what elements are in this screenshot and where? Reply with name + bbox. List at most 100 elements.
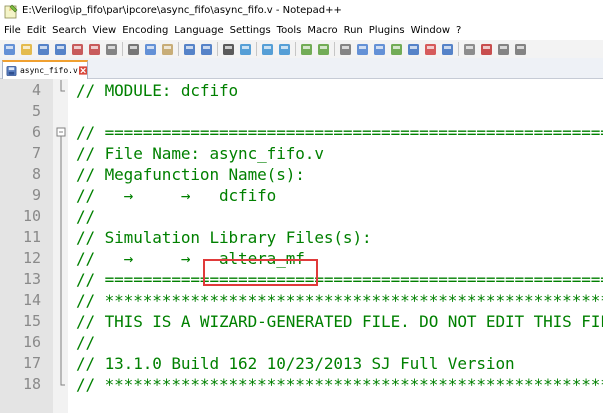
line-number: 15: [22, 312, 41, 330]
line-number: 5: [31, 102, 41, 120]
line-number: 9: [31, 186, 41, 204]
code-text: // Simulation Library Files(s):: [76, 228, 372, 247]
menu-macro[interactable]: Macro: [304, 25, 340, 36]
tab-label: async_fifo.v: [19, 66, 78, 75]
title-bar: E:\Verilog\ip_fifo\par\ipcore\async_fifo…: [0, 0, 603, 21]
record-macro-icon[interactable]: [479, 42, 494, 57]
code-line: 8 // Megafunction Name(s):: [0, 164, 603, 185]
sync-vertical-icon[interactable]: [299, 42, 314, 57]
menu-settings[interactable]: Settings: [227, 25, 274, 36]
window-title: E:\Verilog\ip_fifo\par\ipcore\async_fifo…: [22, 5, 342, 16]
menu-tools[interactable]: Tools: [274, 25, 305, 36]
find-icon[interactable]: [221, 42, 236, 57]
copy-icon[interactable]: [143, 42, 158, 57]
indent-guide-icon[interactable]: [372, 42, 387, 57]
open-file-icon[interactable]: [19, 42, 34, 57]
code-line: 7 // File Name: async_fifo.v: [0, 143, 603, 164]
code-line: 10 //: [0, 206, 603, 227]
line-number: 13: [22, 270, 41, 288]
doc-map-icon[interactable]: [406, 42, 421, 57]
fold-end: [60, 374, 65, 386]
line-number: 10: [22, 207, 41, 225]
code-line: 16 //: [0, 332, 603, 353]
zoom-out-icon[interactable]: [277, 42, 292, 57]
menu-search[interactable]: Search: [49, 25, 89, 36]
menu-help[interactable]: ?: [453, 25, 464, 36]
code-line: 17 // 13.1.0 Build 162 10/23/2013 SJ Full…: [0, 353, 603, 374]
close-icon[interactable]: [70, 42, 85, 57]
line-number: 6: [31, 123, 41, 141]
sync-horizontal-icon[interactable]: [316, 42, 331, 57]
show-all-chars-icon[interactable]: [355, 42, 370, 57]
function-list-icon[interactable]: [423, 42, 438, 57]
code-line: 15 // THIS IS A WIZARD-GENERATED FILE. DO…: [0, 311, 603, 332]
paste-icon[interactable]: [160, 42, 175, 57]
replace-icon[interactable]: [238, 42, 253, 57]
code-text: // → → dcfifo: [76, 186, 277, 205]
fold-line: [60, 143, 62, 164]
code-line: 4 // MODULE: dcfifo: [0, 80, 603, 101]
toolbar: [0, 40, 603, 58]
line-number: 7: [31, 144, 41, 162]
code-editor[interactable]: 4 // MODULE: dcfifo 5 6 // =================…: [0, 79, 603, 413]
toolbar-separator: [178, 42, 179, 56]
code-line: 14 // ***********************************…: [0, 290, 603, 311]
undo-icon[interactable]: [182, 42, 197, 57]
menu-language[interactable]: Language: [171, 25, 226, 36]
line-number: 14: [22, 291, 41, 309]
unsaved-file-icon: [6, 65, 17, 76]
menu-view[interactable]: View: [89, 25, 119, 36]
code-text: // *************************************…: [76, 291, 603, 310]
menu-bar: File Edit Search View Encoding Language …: [0, 21, 603, 40]
code-text: // =====================================…: [76, 123, 603, 142]
fold-line: [60, 311, 62, 332]
save-all-icon[interactable]: [53, 42, 68, 57]
menu-edit[interactable]: Edit: [24, 25, 49, 36]
code-text: // THIS IS A WIZARD-GENERATED FILE. DO N…: [76, 312, 603, 331]
print-icon[interactable]: [104, 42, 119, 57]
fold-line: [60, 248, 62, 269]
fold-line: [60, 353, 62, 374]
code-line: 11 // Simulation Library Files(s):: [0, 227, 603, 248]
code-text: // File Name: async_fifo.v: [76, 144, 324, 163]
code-text: // Megafunction Name(s):: [76, 165, 305, 184]
close-tab-icon[interactable]: [78, 66, 87, 75]
menu-window[interactable]: Window: [408, 25, 453, 36]
toolbar-separator: [334, 42, 335, 56]
line-number: 16: [22, 333, 41, 351]
close-all-icon[interactable]: [87, 42, 102, 57]
save-icon[interactable]: [36, 42, 51, 57]
toolbar-separator: [295, 42, 296, 56]
redo-icon[interactable]: [199, 42, 214, 57]
language-icon[interactable]: [389, 42, 404, 57]
word-wrap-icon[interactable]: [338, 42, 353, 57]
code-line: 5: [0, 101, 603, 122]
fold-line: [60, 185, 62, 206]
monitoring-icon[interactable]: [462, 42, 477, 57]
fold-line: [60, 206, 62, 227]
cut-icon[interactable]: [126, 42, 141, 57]
line-number: 17: [22, 354, 41, 372]
new-file-icon[interactable]: [2, 42, 17, 57]
fold-collapse-icon[interactable]: [56, 122, 66, 143]
tab-async-fifo[interactable]: async_fifo.v: [2, 60, 88, 79]
zoom-in-icon[interactable]: [260, 42, 275, 57]
menu-run[interactable]: Run: [341, 25, 366, 36]
line-number: 4: [31, 81, 41, 99]
fold-end: [60, 80, 65, 92]
stop-record-icon[interactable]: [496, 42, 511, 57]
line-number: 18: [22, 375, 41, 393]
annotation-highlight-box: [203, 259, 318, 286]
menu-encoding[interactable]: Encoding: [119, 25, 171, 36]
menu-plugins[interactable]: Plugins: [366, 25, 408, 36]
toolbar-separator: [122, 42, 123, 56]
play-macro-icon[interactable]: [513, 42, 528, 57]
folder-workspace-icon[interactable]: [440, 42, 455, 57]
line-number: 12: [22, 249, 41, 267]
code-line: 18 // ***********************************…: [0, 374, 603, 395]
menu-file[interactable]: File: [0, 25, 24, 36]
notepadpp-icon: [4, 4, 18, 18]
tab-bar: async_fifo.v: [0, 58, 603, 79]
code-text: //: [76, 207, 96, 226]
line-number: 8: [31, 165, 41, 183]
